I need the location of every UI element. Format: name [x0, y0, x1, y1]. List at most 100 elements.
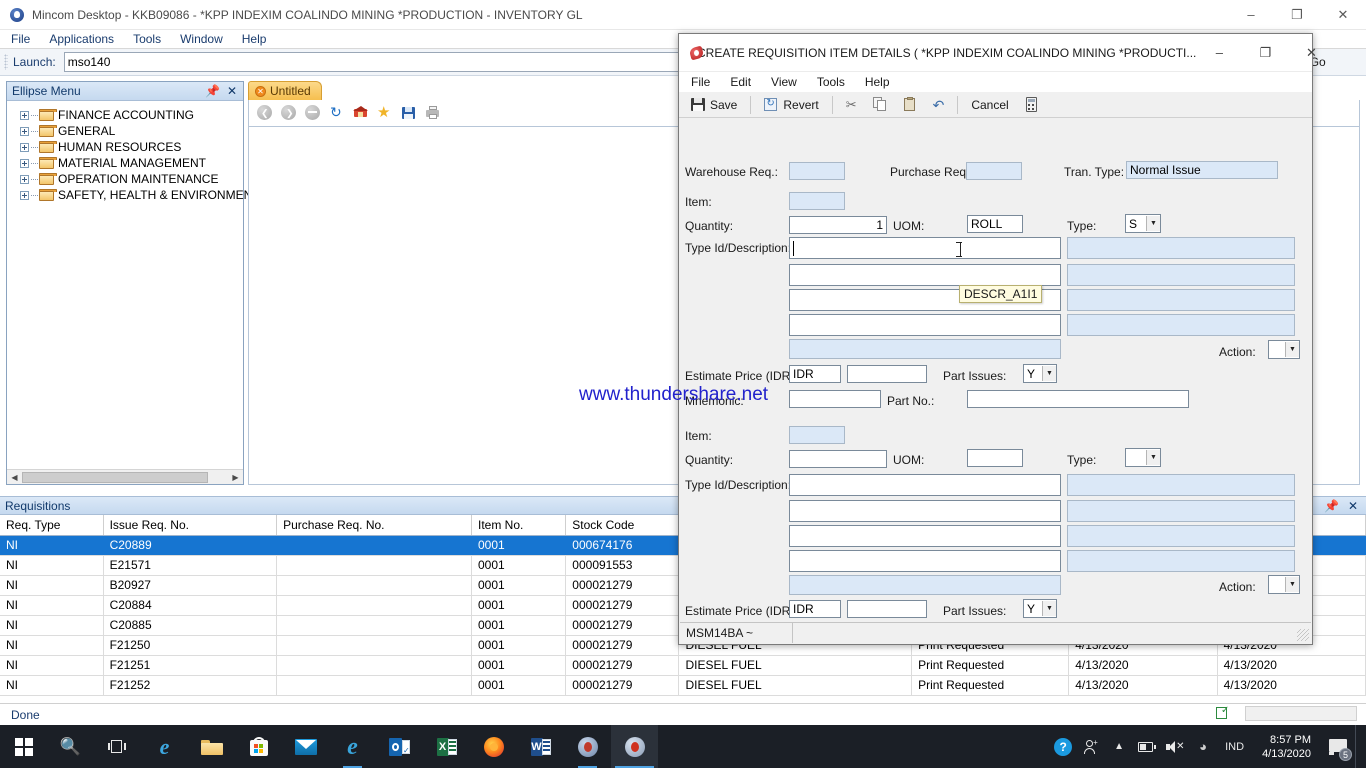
- print-icon[interactable]: [425, 105, 441, 121]
- table-row[interactable]: NI F21252 0001 000021279 DIESEL FUEL Pri…: [0, 675, 1366, 696]
- scrollbar-thumb[interactable]: [22, 471, 208, 483]
- col-purchase-req-no[interactable]: Purchase Req. No.: [276, 515, 472, 536]
- home-icon[interactable]: [353, 105, 369, 121]
- calculator-button[interactable]: [1017, 94, 1046, 116]
- description-row-1-right[interactable]: [1067, 237, 1295, 259]
- item-field-2[interactable]: [789, 426, 845, 444]
- undo-button[interactable]: ↶: [925, 94, 953, 116]
- maximize-button[interactable]: ❐: [1274, 0, 1320, 30]
- show-desktop-button[interactable]: [1355, 725, 1362, 768]
- dialog-menu-tools[interactable]: Tools: [814, 74, 848, 90]
- people-icon[interactable]: +: [1077, 725, 1105, 768]
- mnemonic-field-1[interactable]: [789, 390, 881, 408]
- pin-icon[interactable]: 📌: [205, 85, 220, 97]
- pin-icon[interactable]: 📌: [1324, 500, 1339, 512]
- tree-item-human-resources[interactable]: HUMAN RESOURCES: [11, 139, 239, 155]
- dialog-minimize-button[interactable]: –: [1196, 34, 1242, 72]
- price-field-2[interactable]: [847, 600, 927, 618]
- close-icon[interactable]: ✕: [1348, 500, 1358, 512]
- word-button[interactable]: W: [517, 725, 564, 768]
- price-field-1[interactable]: [847, 365, 927, 383]
- tree-item-material-management[interactable]: MATERIAL MANAGEMENT: [11, 155, 239, 171]
- edge-button[interactable]: e: [141, 725, 188, 768]
- wifi-icon[interactable]: ◕: [1189, 725, 1217, 768]
- close-icon[interactable]: ✕: [227, 85, 237, 97]
- tree-item-general[interactable]: GENERAL: [11, 123, 239, 139]
- tree-item-safety-health-environment[interactable]: SAFETY, HEALTH & ENVIRONMENT: [11, 187, 260, 203]
- chevron-down-icon[interactable]: ▼: [1146, 450, 1160, 465]
- dialog-menu-help[interactable]: Help: [862, 74, 893, 90]
- description-row-2-left[interactable]: [789, 264, 1061, 286]
- save-icon[interactable]: [401, 105, 417, 121]
- volume-muted-icon[interactable]: ✕: [1161, 725, 1189, 768]
- revert-button[interactable]: ↻ Revert: [756, 94, 826, 116]
- back-icon[interactable]: ❮: [257, 105, 273, 121]
- ellipse-dialog-button[interactable]: [611, 725, 658, 768]
- show-hidden-icons-chevron[interactable]: ▲: [1105, 725, 1133, 768]
- start-button[interactable]: [0, 725, 47, 768]
- chevron-down-icon[interactable]: ▼: [1285, 342, 1299, 357]
- mincom-desktop-button[interactable]: [564, 725, 611, 768]
- menu-help[interactable]: Help: [239, 31, 270, 47]
- help-icon[interactable]: ?: [1049, 725, 1077, 768]
- chevron-down-icon[interactable]: ▼: [1285, 577, 1299, 592]
- table-row[interactable]: NI F21251 0001 000021279 DIESEL FUEL Pri…: [0, 655, 1366, 676]
- chevron-down-icon[interactable]: ▼: [1042, 366, 1056, 381]
- cancel-button[interactable]: Cancel: [963, 94, 1016, 116]
- stop-icon[interactable]: [305, 105, 321, 121]
- description-row-1-left[interactable]: [789, 237, 1061, 259]
- sidebar-horizontal-scrollbar[interactable]: ◀ ▶: [7, 469, 243, 484]
- tab-untitled[interactable]: ✕ Untitled: [248, 81, 322, 100]
- firefox-button[interactable]: [470, 725, 517, 768]
- scroll-left-icon[interactable]: ◀: [7, 471, 22, 484]
- file-explorer-button[interactable]: [188, 725, 235, 768]
- refresh-icon[interactable]: ↻: [329, 105, 345, 121]
- menu-file[interactable]: File: [8, 31, 33, 47]
- description-row-2-right[interactable]: [1067, 264, 1295, 286]
- col-req-type[interactable]: Req. Type: [0, 515, 104, 536]
- description2-row-2-right[interactable]: [1067, 500, 1295, 522]
- language-indicator[interactable]: IND: [1217, 741, 1252, 753]
- dialog-menu-file[interactable]: File: [688, 74, 713, 90]
- expand-icon[interactable]: [20, 174, 29, 184]
- tree-item-finance-accounting[interactable]: FINANCE ACCOUNTING: [11, 107, 239, 123]
- expand-icon[interactable]: [20, 158, 29, 168]
- quantity-field-2[interactable]: [789, 450, 887, 468]
- close-button[interactable]: ✕: [1320, 0, 1366, 30]
- part-issues-combo-1[interactable]: Y ▼: [1023, 364, 1057, 383]
- description2-row-1-left[interactable]: [789, 474, 1061, 496]
- uom-field-2[interactable]: [967, 449, 1023, 467]
- tab-close-icon[interactable]: ✕: [255, 85, 266, 97]
- description-extra-row-1[interactable]: [789, 339, 1061, 359]
- microsoft-store-button[interactable]: [235, 725, 282, 768]
- resize-grip[interactable]: [1297, 629, 1309, 641]
- quantity-field-1[interactable]: 1: [789, 216, 887, 234]
- type-combo-1[interactable]: S ▼: [1125, 214, 1161, 233]
- menu-window[interactable]: Window: [177, 31, 226, 47]
- description-row-3-right[interactable]: [1067, 289, 1295, 311]
- expand-icon[interactable]: [20, 110, 29, 120]
- dialog-close-button[interactable]: ✕: [1288, 34, 1334, 72]
- action-combo-2[interactable]: ▼: [1268, 575, 1300, 594]
- toolbar-grip[interactable]: [4, 54, 8, 70]
- col-issue-req-no[interactable]: Issue Req. No.: [103, 515, 278, 536]
- part-no-field-1[interactable]: [967, 390, 1189, 408]
- menu-tools[interactable]: Tools: [130, 31, 164, 47]
- forward-icon[interactable]: ❯: [281, 105, 297, 121]
- chevron-down-icon[interactable]: ▼: [1146, 216, 1160, 231]
- scroll-right-icon[interactable]: ▶: [228, 471, 243, 484]
- cut-button[interactable]: ✂: [838, 94, 865, 116]
- description2-row-3-right[interactable]: [1067, 525, 1295, 547]
- description2-row-4-left[interactable]: [789, 550, 1061, 572]
- action-combo-1[interactable]: ▼: [1268, 340, 1300, 359]
- uom-field-1[interactable]: ROLL: [967, 215, 1023, 233]
- description2-row-1-right[interactable]: [1067, 474, 1295, 496]
- dialog-maximize-button[interactable]: ❐: [1242, 34, 1288, 72]
- minimize-button[interactable]: –: [1228, 0, 1274, 30]
- tree-item-operation-maintenance[interactable]: OPERATION MAINTENANCE: [11, 171, 239, 187]
- dialog-menu-view[interactable]: View: [768, 74, 800, 90]
- col-stock-code[interactable]: Stock Code: [565, 515, 680, 536]
- action-center-button[interactable]: 5: [1321, 725, 1355, 768]
- search-button[interactable]: 🔍: [47, 725, 94, 768]
- warehouse-req-field[interactable]: [789, 162, 845, 180]
